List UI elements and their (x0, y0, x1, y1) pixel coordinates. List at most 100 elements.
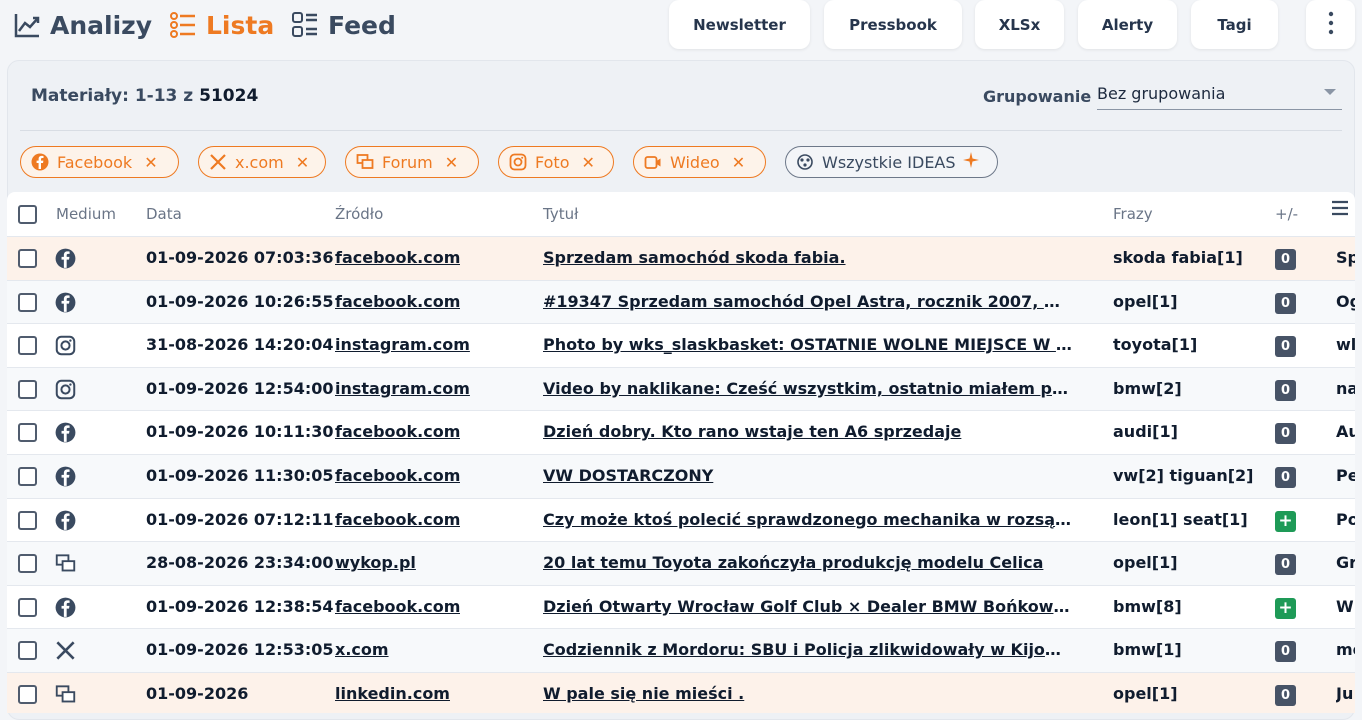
pressbook-button[interactable]: Pressbook (824, 0, 962, 49)
result-count-prefix: Materiały: 1-13 z (31, 86, 194, 106)
filter-chip-x[interactable]: x.com ✕ (198, 146, 326, 178)
close-icon[interactable]: ✕ (581, 153, 594, 172)
ideas-icon (796, 153, 814, 171)
facebook-icon (55, 597, 76, 618)
close-icon[interactable]: ✕ (296, 153, 309, 172)
tags-button[interactable]: Tagi (1191, 0, 1278, 49)
score-badge[interactable]: 0 (1275, 641, 1296, 663)
close-icon[interactable]: ✕ (144, 153, 157, 172)
filter-chip-all-ideas[interactable]: Wszystkie IDEAS (785, 146, 998, 178)
grouping-select[interactable]: Bez grupowania (1097, 80, 1342, 110)
row-checkbox[interactable] (18, 292, 37, 312)
row-source-link[interactable]: x.com (335, 640, 389, 659)
table-row[interactable]: 01-09-2026 12:54:00 instagram.com Video by… (7, 366, 1355, 411)
column-menu-icon[interactable] (1331, 200, 1349, 220)
table-row[interactable]: 01-09-2026 linkedin.com W pale się nie mie… (7, 672, 1355, 713)
row-date: 01-09-2026 11:30:05 (146, 466, 334, 485)
score-badge[interactable]: 0 (1275, 336, 1296, 358)
row-checkbox[interactable] (18, 510, 37, 530)
row-checkbox[interactable] (18, 467, 37, 486)
table-row[interactable]: 01-09-2026 10:26:55 facebook.com #19347 Sp… (7, 279, 1355, 324)
row-source-link[interactable]: facebook.com (335, 292, 460, 311)
row-source-link[interactable]: facebook.com (335, 466, 460, 485)
newsletter-button[interactable]: Newsletter (669, 0, 810, 49)
score-badge[interactable]: 0 (1275, 467, 1296, 488)
row-source-link[interactable]: facebook.com (335, 510, 460, 529)
filter-chip-label: Foto (535, 152, 570, 172)
row-checkbox[interactable] (18, 554, 37, 574)
column-header-score[interactable]: +/- (1275, 205, 1298, 223)
xlsx-button[interactable]: XLSx (975, 0, 1064, 49)
row-extra-text: na (1336, 378, 1355, 398)
row-source-link[interactable]: linkedin.com (335, 684, 450, 703)
score-badge[interactable]: 0 (1275, 685, 1296, 706)
row-title-link[interactable]: VW DOSTARCZONY (543, 466, 1073, 485)
filter-chip-wideo[interactable]: Wideo ✕ (633, 146, 766, 178)
video-icon (644, 153, 662, 171)
row-extra-text: wl (1336, 335, 1355, 355)
score-badge[interactable]: 0 (1275, 423, 1296, 445)
row-source-link[interactable]: instagram.com (335, 379, 470, 398)
row-title-link[interactable]: W pale się nie mieści . (543, 684, 1073, 703)
row-checkbox[interactable] (18, 336, 37, 356)
column-header-source[interactable]: Źródło (335, 205, 383, 223)
row-extra-text: W (1336, 596, 1354, 616)
row-title-link[interactable]: Dzień dobry. Kto rano wstaje ten A6 sprz… (543, 422, 1073, 441)
score-badge[interactable]: + (1275, 597, 1296, 619)
top-bar: Analizy Lista Feed Newsletter Pressbook … (0, 0, 1362, 56)
table-row[interactable]: 28-08-2026 23:34:00 wykop.pl 20 lat temu T… (7, 541, 1355, 585)
row-date: 01-09-2026 12:53:05 (146, 640, 334, 660)
row-source-link[interactable]: facebook.com (335, 422, 460, 441)
table-row[interactable]: 01-09-2026 10:11:30 facebook.com Dzień dob… (7, 410, 1355, 454)
row-checkbox[interactable] (18, 597, 37, 617)
row-title-link[interactable]: Sprzedam samochód skoda fabia. (543, 248, 1073, 267)
table-row[interactable]: 01-09-2026 12:38:54 facebook.com Dzień Otw… (7, 584, 1355, 629)
table-row[interactable]: 01-09-2026 07:03:36 facebook.com Sprzedam … (7, 236, 1355, 280)
row-source-link[interactable]: instagram.com (335, 335, 470, 354)
row-title-link[interactable]: #19347 Sprzedam samochód Opel Astra, roc… (543, 292, 1073, 311)
row-checkbox[interactable] (18, 685, 37, 704)
row-title-link[interactable]: Codziennik z Mordoru: SBU i Policja zlik… (543, 640, 1073, 659)
close-icon[interactable]: ✕ (732, 153, 745, 172)
alerts-button[interactable]: Alerty (1078, 0, 1177, 49)
score-badge[interactable]: + (1275, 510, 1296, 532)
view-tab-analizy[interactable]: Analizy (12, 6, 152, 44)
view-tab-feed[interactable]: Feed (290, 6, 396, 44)
row-checkbox[interactable] (18, 249, 37, 268)
select-all-checkbox[interactable] (18, 205, 37, 224)
row-checkbox[interactable] (18, 641, 37, 661)
table-row[interactable]: 01-09-2026 12:53:05 x.com Codziennik z Mor… (7, 628, 1355, 672)
row-checkbox[interactable] (18, 423, 37, 443)
score-badge[interactable]: 0 (1275, 554, 1296, 576)
row-title-link[interactable]: Dzień Otwarty Wrocław Golf Club × Dealer… (543, 597, 1073, 616)
row-title-link[interactable]: Photo by wks_slaskbasket: OSTATNIE WOLNE… (543, 335, 1073, 354)
row-source-link[interactable]: wykop.pl (335, 553, 416, 572)
score-badge[interactable]: 0 (1275, 379, 1296, 401)
sparkle-icon (962, 151, 980, 173)
forum-icon (55, 553, 76, 574)
column-header-title[interactable]: Tytuł (543, 205, 578, 223)
table-row[interactable]: 01-09-2026 11:30:05 facebook.com VW DOSTAR… (7, 454, 1355, 498)
table-row[interactable]: 01-09-2026 07:12:11 facebook.com Czy może … (7, 497, 1355, 542)
filter-chip-foto[interactable]: Foto ✕ (498, 146, 614, 178)
row-source-link[interactable]: facebook.com (335, 248, 460, 267)
row-title-link[interactable]: Czy może ktoś polecić sprawdzonego mecha… (543, 510, 1073, 529)
table-row[interactable]: 31-08-2026 14:20:04 instagram.com Photo by… (7, 323, 1355, 367)
close-icon[interactable]: ✕ (445, 153, 458, 172)
filter-chip-facebook[interactable]: Facebook ✕ (20, 146, 179, 178)
row-source-link[interactable]: facebook.com (335, 597, 460, 616)
row-extra-text: Po (1336, 509, 1355, 529)
score-badge[interactable]: 0 (1275, 249, 1296, 270)
filter-chip-forum[interactable]: Forum ✕ (345, 146, 479, 178)
score-badge[interactable]: 0 (1275, 292, 1296, 314)
column-header-date[interactable]: Data (146, 205, 182, 223)
view-tab-lista[interactable]: Lista (168, 6, 274, 44)
column-header-phrases[interactable]: Frazy (1113, 205, 1153, 223)
row-title-link[interactable]: 20 lat temu Toyota zakończyła produkcję … (543, 553, 1073, 572)
row-title-link[interactable]: Video by naklikane: Cześć wszystkim, ost… (543, 379, 1073, 398)
more-menu-button[interactable] (1306, 0, 1355, 49)
row-checkbox[interactable] (18, 379, 37, 399)
column-header-medium[interactable]: Medium (56, 205, 116, 223)
filter-chip-label: Wszystkie IDEAS (822, 152, 956, 172)
row-phrases: opel[1] (1113, 291, 1178, 311)
